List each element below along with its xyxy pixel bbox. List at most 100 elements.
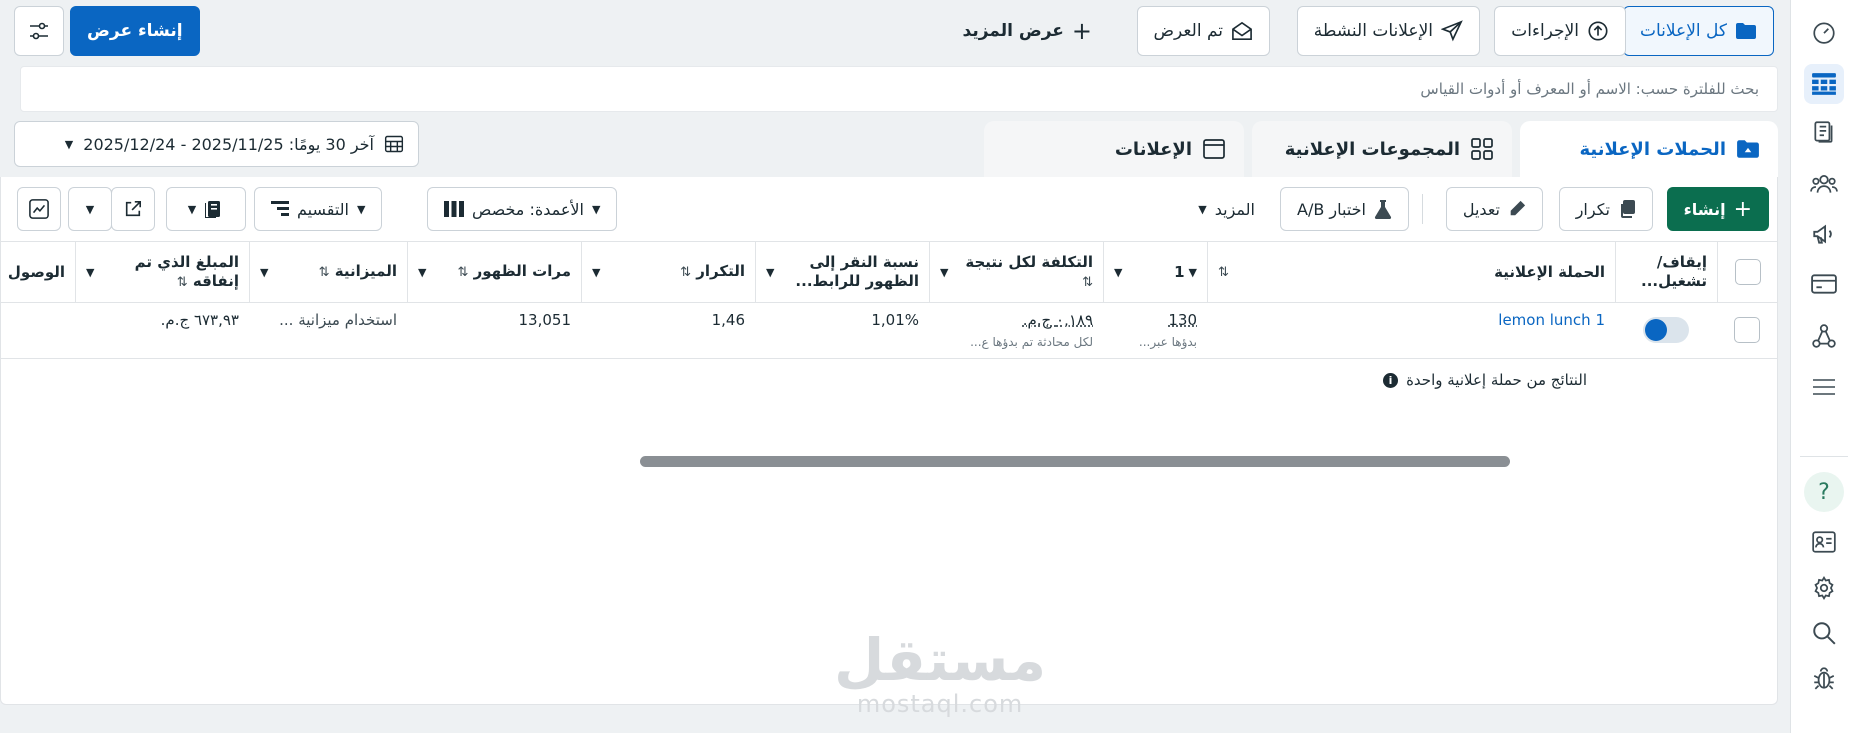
chevron-down-icon: ▼ — [86, 265, 95, 279]
columns-label: الأعمدة: مخصص — [472, 199, 584, 219]
people-icon[interactable] — [1804, 164, 1844, 204]
create-view-button[interactable]: إنشاء عرض — [70, 6, 200, 56]
sort-arrows-icon: ⇅ — [1218, 264, 1229, 280]
active-ads-label: الإعلانات النشطة — [1313, 21, 1433, 41]
row-toggle-cell — [1615, 303, 1717, 359]
all-ads-button[interactable]: كل الإعلانات — [1623, 6, 1774, 56]
chevron-down-icon: ▼ — [260, 265, 269, 279]
search-input[interactable]: بحث للفلترة حسب: الاسم أو المعرف أو أدوا… — [20, 66, 1778, 112]
chevron-down-icon: ▼ — [1198, 202, 1207, 216]
open-external-button[interactable] — [111, 187, 155, 231]
edit-button[interactable]: تعديل — [1445, 187, 1543, 231]
chevron-down-icon: ▼ — [357, 202, 366, 216]
active-ads-button[interactable]: الإعلانات النشطة — [1296, 6, 1480, 56]
pencil-icon — [1510, 200, 1526, 216]
date-range-label: آخر 30 يومًا: 2025/11/25 - 2025/12/24 — [83, 134, 374, 154]
chevron-down-icon: ▼ — [940, 265, 949, 279]
header-toggle[interactable]: إيقاف/تشغيل... — [1615, 242, 1717, 302]
table-header: إيقاف/تشغيل... الحملة الإعلانية ⇅ ▼ 1 ▼ ا… — [1, 241, 1777, 303]
results-note-text: النتائج من حملة إعلانية واحدة — [1406, 371, 1587, 389]
row-cost-cell: ٠,١٨٩ ج.م. لكل محادثة تم بدؤها ع... — [929, 303, 1103, 359]
reports-dropdown[interactable]: ▼ — [166, 187, 246, 231]
ctr-value: 1,01% — [871, 311, 919, 329]
upload-circle-icon — [1588, 21, 1608, 41]
watermark-ar: مستقل — [834, 626, 1047, 694]
breakdown-label: التقسيم — [297, 199, 349, 219]
impressions-value: 13,051 — [518, 311, 572, 329]
sort-arrows-icon: ⇅ — [318, 265, 330, 280]
chevron-down-icon: ▼ — [64, 137, 74, 151]
breakdown-dropdown[interactable]: ▼ التقسيم — [254, 187, 383, 231]
chevron-down-icon: ▼ — [85, 202, 95, 216]
gear-icon[interactable] — [1804, 568, 1844, 608]
help-icon[interactable]: ? — [1804, 472, 1844, 512]
chevron-down-icon: ▼ — [1188, 265, 1197, 279]
campaign-toggle[interactable] — [1643, 317, 1689, 343]
frequency-value: 1,46 — [711, 311, 745, 329]
sort-arrows-icon: ⇅ — [176, 274, 188, 290]
send-icon — [1441, 20, 1463, 42]
toolbar-divider — [1422, 194, 1423, 224]
info-icon[interactable]: i — [1383, 372, 1399, 388]
copy-icon — [1621, 200, 1635, 218]
bug-icon[interactable] — [1804, 658, 1844, 698]
graph-nodes-icon[interactable] — [1804, 316, 1844, 356]
row-checkbox[interactable] — [1734, 317, 1760, 343]
breakdown-icon — [271, 201, 289, 216]
actions-button[interactable]: الإجراءات — [1494, 6, 1626, 56]
budget-value: استخدام ميزانية ... — [279, 311, 397, 329]
tab-campaigns[interactable]: الحملات الإعلانية — [1520, 121, 1778, 177]
more-dropdown[interactable]: المزيد ▼ — [1182, 187, 1271, 231]
header-spent-line2: إنفاقه — [192, 271, 239, 290]
header-results[interactable]: ▼ 1 ▼ — [1103, 242, 1207, 302]
show-more-button[interactable]: + عرض المزيد — [947, 6, 1108, 56]
search-icon[interactable] — [1804, 613, 1844, 653]
watermark-en: mostaql.com — [856, 690, 1024, 718]
header-impressions[interactable]: مرات الظهور ⇅ ▼ — [407, 242, 581, 302]
id-card-icon[interactable] — [1804, 522, 1844, 562]
speedometer-icon[interactable] — [1804, 12, 1844, 52]
select-all-checkbox[interactable] — [1734, 259, 1761, 285]
header-ctr[interactable]: نسبة النقر إلى الظهور للرابط... ▼ — [755, 242, 929, 302]
create-button[interactable]: + إنشاء — [1666, 187, 1769, 231]
ab-test-button[interactable]: اختبار A/B — [1280, 187, 1409, 231]
table-grid-icon[interactable] — [1804, 64, 1844, 104]
pages-icon[interactable] — [1804, 112, 1844, 152]
header-reach[interactable]: الوصول — [0, 242, 75, 302]
results-value: 130 — [1168, 311, 1197, 329]
header-cost-per-result[interactable]: التكلفة لكل نتيجة ⇅ ▼ — [929, 242, 1103, 302]
tab-ads[interactable]: الإعلانات — [984, 121, 1244, 177]
horizontal-scrollbar[interactable] — [640, 456, 1510, 467]
campaign-name-link[interactable]: lemon lunch 1 — [1498, 311, 1605, 329]
date-range-picker[interactable]: آخر 30 يومًا: 2025/11/25 - 2025/12/24 ▼ — [14, 121, 419, 167]
header-toggle-line1: إيقاف/ — [1656, 253, 1707, 271]
header-frequency[interactable]: التكرار ⇅ ▼ — [581, 242, 755, 302]
duplicate-button[interactable]: تكرار — [1558, 187, 1653, 231]
open-envelope-icon — [1232, 21, 1252, 40]
results-sub: بدؤها عبر... — [1138, 335, 1197, 349]
table-row: lemon lunch 1 130 بدؤها عبر... ٠,١٨٩ ج.م… — [1, 303, 1777, 359]
sliders-icon — [30, 22, 48, 40]
create-view-label: إنشاء عرض — [87, 21, 183, 41]
header-budget[interactable]: الميزانية ⇅ ▼ — [249, 242, 407, 302]
menu-lines-icon[interactable] — [1804, 367, 1844, 407]
shown-button[interactable]: تم العرض — [1136, 6, 1270, 56]
columns-icon — [444, 201, 464, 217]
search-placeholder: بحث للفلترة حسب: الاسم أو المعرف أو أدوا… — [1420, 80, 1759, 98]
header-amount-spent[interactable]: المبلغ الذي تم إنفاقه ⇅ ▼ — [75, 242, 249, 302]
columns-dropdown[interactable]: ▼ الأعمدة: مخصص — [427, 187, 618, 231]
chevron-down-icon: ▼ — [1114, 265, 1123, 279]
edit-label: تعديل — [1462, 199, 1500, 219]
header-campaign[interactable]: الحملة الإعلانية ⇅ — [1207, 242, 1615, 302]
chart-button[interactable] — [17, 187, 61, 231]
chevron-down-icon: ▼ — [592, 265, 601, 279]
header-reach-label: الوصول — [7, 262, 65, 281]
card-icon[interactable] — [1804, 264, 1844, 304]
row-results-cell: 130 بدؤها عبر... — [1103, 303, 1207, 359]
export-dropdown[interactable]: ▼ — [68, 187, 112, 231]
megaphone-icon[interactable] — [1804, 214, 1844, 254]
chevron-down-icon: ▼ — [592, 202, 601, 216]
filter-settings-button[interactable] — [14, 6, 64, 56]
chevron-down-icon: ▼ — [418, 265, 427, 279]
tab-ad-sets[interactable]: المجموعات الإعلانية — [1252, 121, 1512, 177]
